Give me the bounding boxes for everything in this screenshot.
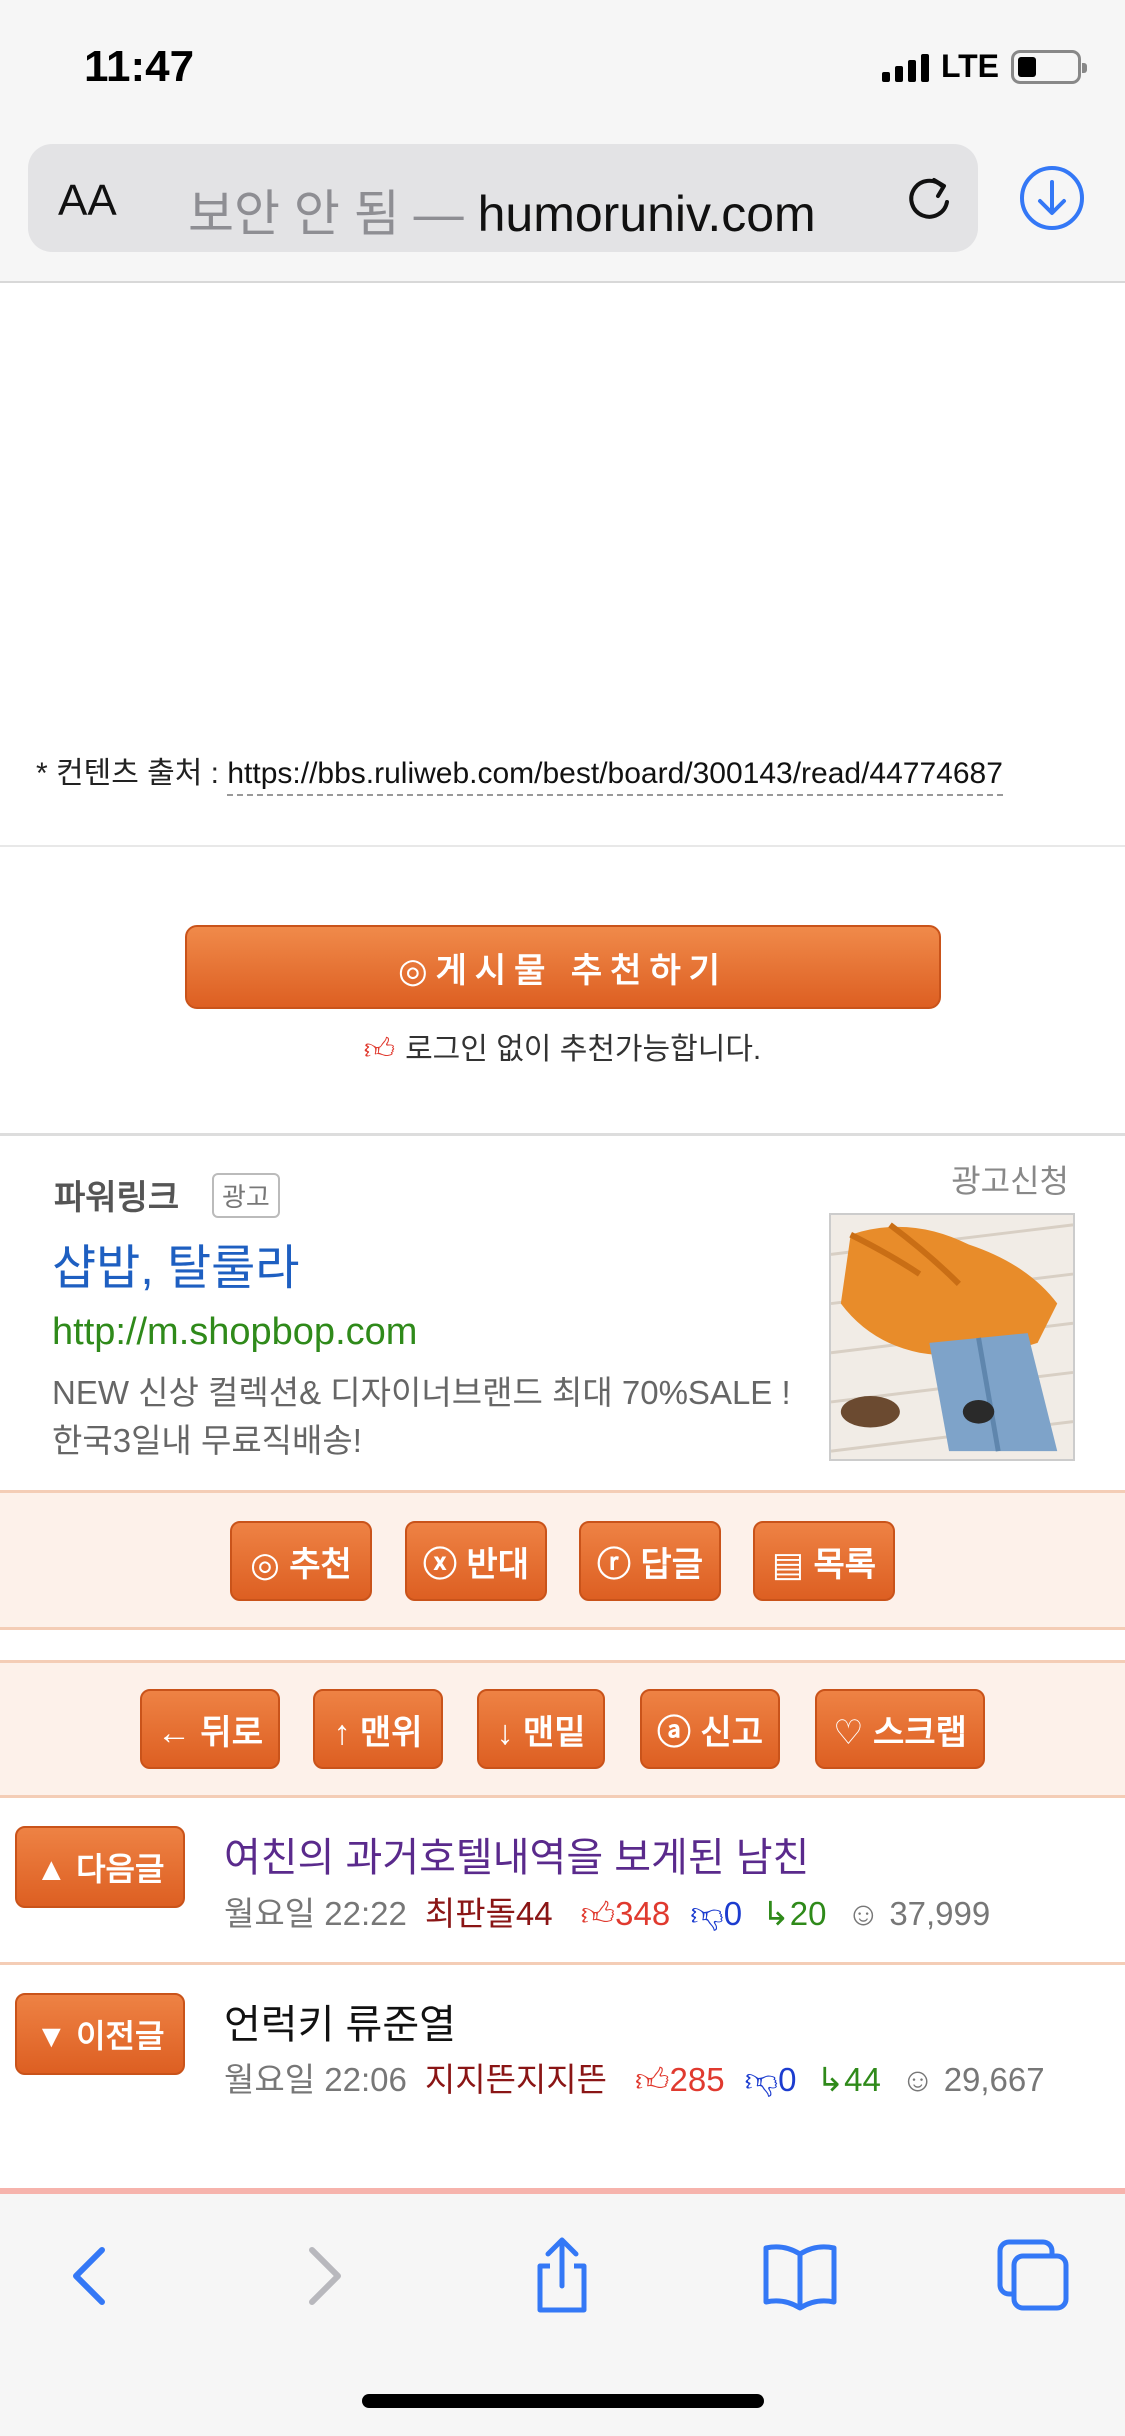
upvote-count: 👍︎348	[581, 1895, 671, 1932]
insecure-label: 보안 안 됨 —	[188, 186, 464, 242]
share-icon[interactable]	[522, 2236, 602, 2316]
back-button[interactable]: ← 뒤로	[140, 1689, 280, 1769]
downvote-value: 0	[723, 1895, 743, 1932]
recommend-note-text: 로그인 없이 추천가능합니다.	[405, 1033, 762, 1066]
thumbs-down-icon: 👎︎	[690, 1895, 724, 1932]
ad-title[interactable]: 샵밥, 탈룰라	[52, 1228, 299, 1298]
oppose-button[interactable]: ⓧ 반대	[405, 1521, 547, 1601]
spacer	[0, 1630, 1125, 1660]
view-count: ☺ 29,667	[901, 2061, 1045, 2098]
top-button[interactable]: ↑ 맨위	[313, 1689, 443, 1769]
ad-product-image[interactable]	[829, 1213, 1075, 1461]
upvote-value: 285	[669, 2061, 725, 2098]
navigation-action-bar: ← 뒤로 ↑ 맨위 ↓ 맨밑 ⓐ 신고 ♡ 스크랩	[0, 1660, 1125, 1798]
thumbs-down-icon: 👎︎	[744, 2061, 779, 2098]
divider	[0, 845, 1125, 847]
url-text[interactable]: 보안 안 됨 — humoruniv.com	[188, 174, 816, 246]
next-post-title[interactable]: 여친의 과거호텔내역을 보게된 남친	[224, 1825, 809, 1883]
download-icon[interactable]	[1018, 164, 1086, 232]
downvote-value: 0	[778, 2061, 797, 2098]
views-value: 37,999	[889, 1895, 991, 1932]
signal-icon	[881, 52, 929, 82]
view-count: ☺ 37,999	[846, 1895, 990, 1932]
content-source: * 컨텐츠 출처 : https://bbs.ruliweb.com/best/…	[36, 748, 1003, 796]
reply-button[interactable]: ⓡ 답글	[579, 1521, 721, 1601]
ad-url[interactable]: http://m.shopbop.com	[52, 1311, 417, 1354]
status-indicators: LTE	[881, 48, 1087, 85]
network-label: LTE	[940, 48, 999, 84]
previous-post-row[interactable]: ▼ 이전글 언럭키 류준열 월요일 22:06 지지뜬지지뜬 👍︎285 👎︎0 ↳44…	[0, 1968, 1125, 2182]
reader-settings-button[interactable]: AA	[58, 176, 117, 226]
thumbs-up-icon: 👍︎	[635, 2061, 670, 2098]
upvote-count: 👍︎285	[635, 2061, 725, 2098]
next-post-button[interactable]: ▲ 다음글	[15, 1826, 185, 1908]
thumbs-up-icon: 👍︎	[363, 1033, 396, 1066]
views-icon: ☺	[846, 1895, 890, 1932]
previous-post-title[interactable]: 언럭키 류준열	[224, 1992, 456, 2050]
next-post-row[interactable]: ▲ 다음글 여친의 과거호텔내역을 보게된 남친 월요일 22:22 최판돌44 👍…	[0, 1800, 1125, 1965]
views-icon: ☺	[900, 2061, 944, 2098]
reply-arrow-icon: ↳	[816, 2061, 845, 2098]
views-value: 29,667	[943, 2061, 1045, 2098]
post-author: 최판돌44	[424, 1895, 553, 1932]
thumbs-up-icon: 👍︎	[580, 1895, 616, 1932]
reader-settings-label: AA	[58, 176, 117, 225]
powerlink-label: 파워링크	[54, 1179, 180, 1217]
post-time: 월요일 22:22	[224, 1895, 407, 1932]
bookmarks-icon[interactable]	[760, 2236, 840, 2316]
ad-description: NEW 신상 컬렉션& 디자이너브랜드 최대 70%SALE ! 한국3일내 무…	[52, 1374, 791, 1459]
status-time: 11:47	[84, 42, 195, 91]
back-icon[interactable]	[52, 2236, 132, 2316]
previous-post-meta: 월요일 22:06 지지뜬지지뜬 👍︎285 👎︎0 ↳44 ☺ 29,667	[224, 2050, 1084, 2110]
bottom-button[interactable]: ↓ 맨밑	[477, 1689, 605, 1769]
source-link[interactable]: https://bbs.ruliweb.com/best/board/30014…	[227, 757, 1003, 796]
recommend-note: 👍︎ 로그인 없이 추천가능합니다.	[0, 1024, 1125, 1068]
ad-apply-link[interactable]: 광고신청	[951, 1156, 1069, 1202]
post-time: 월요일 22:06	[224, 2061, 407, 2098]
source-prefix: * 컨텐츠 출처 :	[36, 757, 228, 790]
ad-badge: 광고	[212, 1173, 280, 1218]
address-bar[interactable]: AA 보안 안 됨 — humoruniv.com	[28, 144, 978, 252]
previous-post-button[interactable]: ▼ 이전글	[15, 1993, 185, 2075]
reply-arrow-icon: ↳	[762, 1895, 790, 1932]
downvote-count: 👎︎0	[690, 1895, 742, 1932]
list-button[interactable]: ▤ 목록	[753, 1521, 895, 1601]
scrap-button[interactable]: ♡ 스크랩	[815, 1689, 985, 1769]
recommend-button[interactable]: ◎ 추천	[230, 1521, 372, 1601]
reply-value: 44	[844, 2061, 881, 2098]
powerlink-ad[interactable]: 파워링크 광고 광고신청 샵밥, 탈룰라 http://m.shopbop.co…	[0, 1133, 1125, 1489]
browser-address-area: AA 보안 안 됨 — humoruniv.com	[0, 140, 1125, 283]
home-indicator	[362, 2394, 764, 2408]
status-bar: 11:47 LTE	[0, 0, 1125, 140]
reply-count: ↳44	[816, 2061, 880, 2098]
domain-label: humoruniv.com	[477, 186, 816, 242]
report-button[interactable]: ⓐ 신고	[640, 1689, 780, 1769]
battery-icon	[1011, 49, 1087, 84]
post-author: 지지뜬지지뜬	[424, 2061, 608, 2098]
forward-icon	[309, 2247, 341, 2305]
post-action-bar: ◎ 추천 ⓧ 반대 ⓡ 답글 ▤ 목록	[0, 1490, 1125, 1630]
downvote-count: 👎︎0	[745, 2061, 797, 2098]
tabs-icon[interactable]	[994, 2236, 1074, 2316]
next-post-meta: 월요일 22:22 최판돌44 👍︎348 👎︎0 ↳20 ☺ 37,999	[224, 1884, 1084, 1944]
reply-value: 20	[789, 1895, 827, 1932]
reload-icon[interactable]	[902, 172, 956, 226]
upvote-value: 348	[615, 1895, 671, 1932]
reply-count: ↳20	[762, 1895, 826, 1932]
recommend-post-button[interactable]: ◎게시물 추천하기	[185, 925, 941, 1009]
